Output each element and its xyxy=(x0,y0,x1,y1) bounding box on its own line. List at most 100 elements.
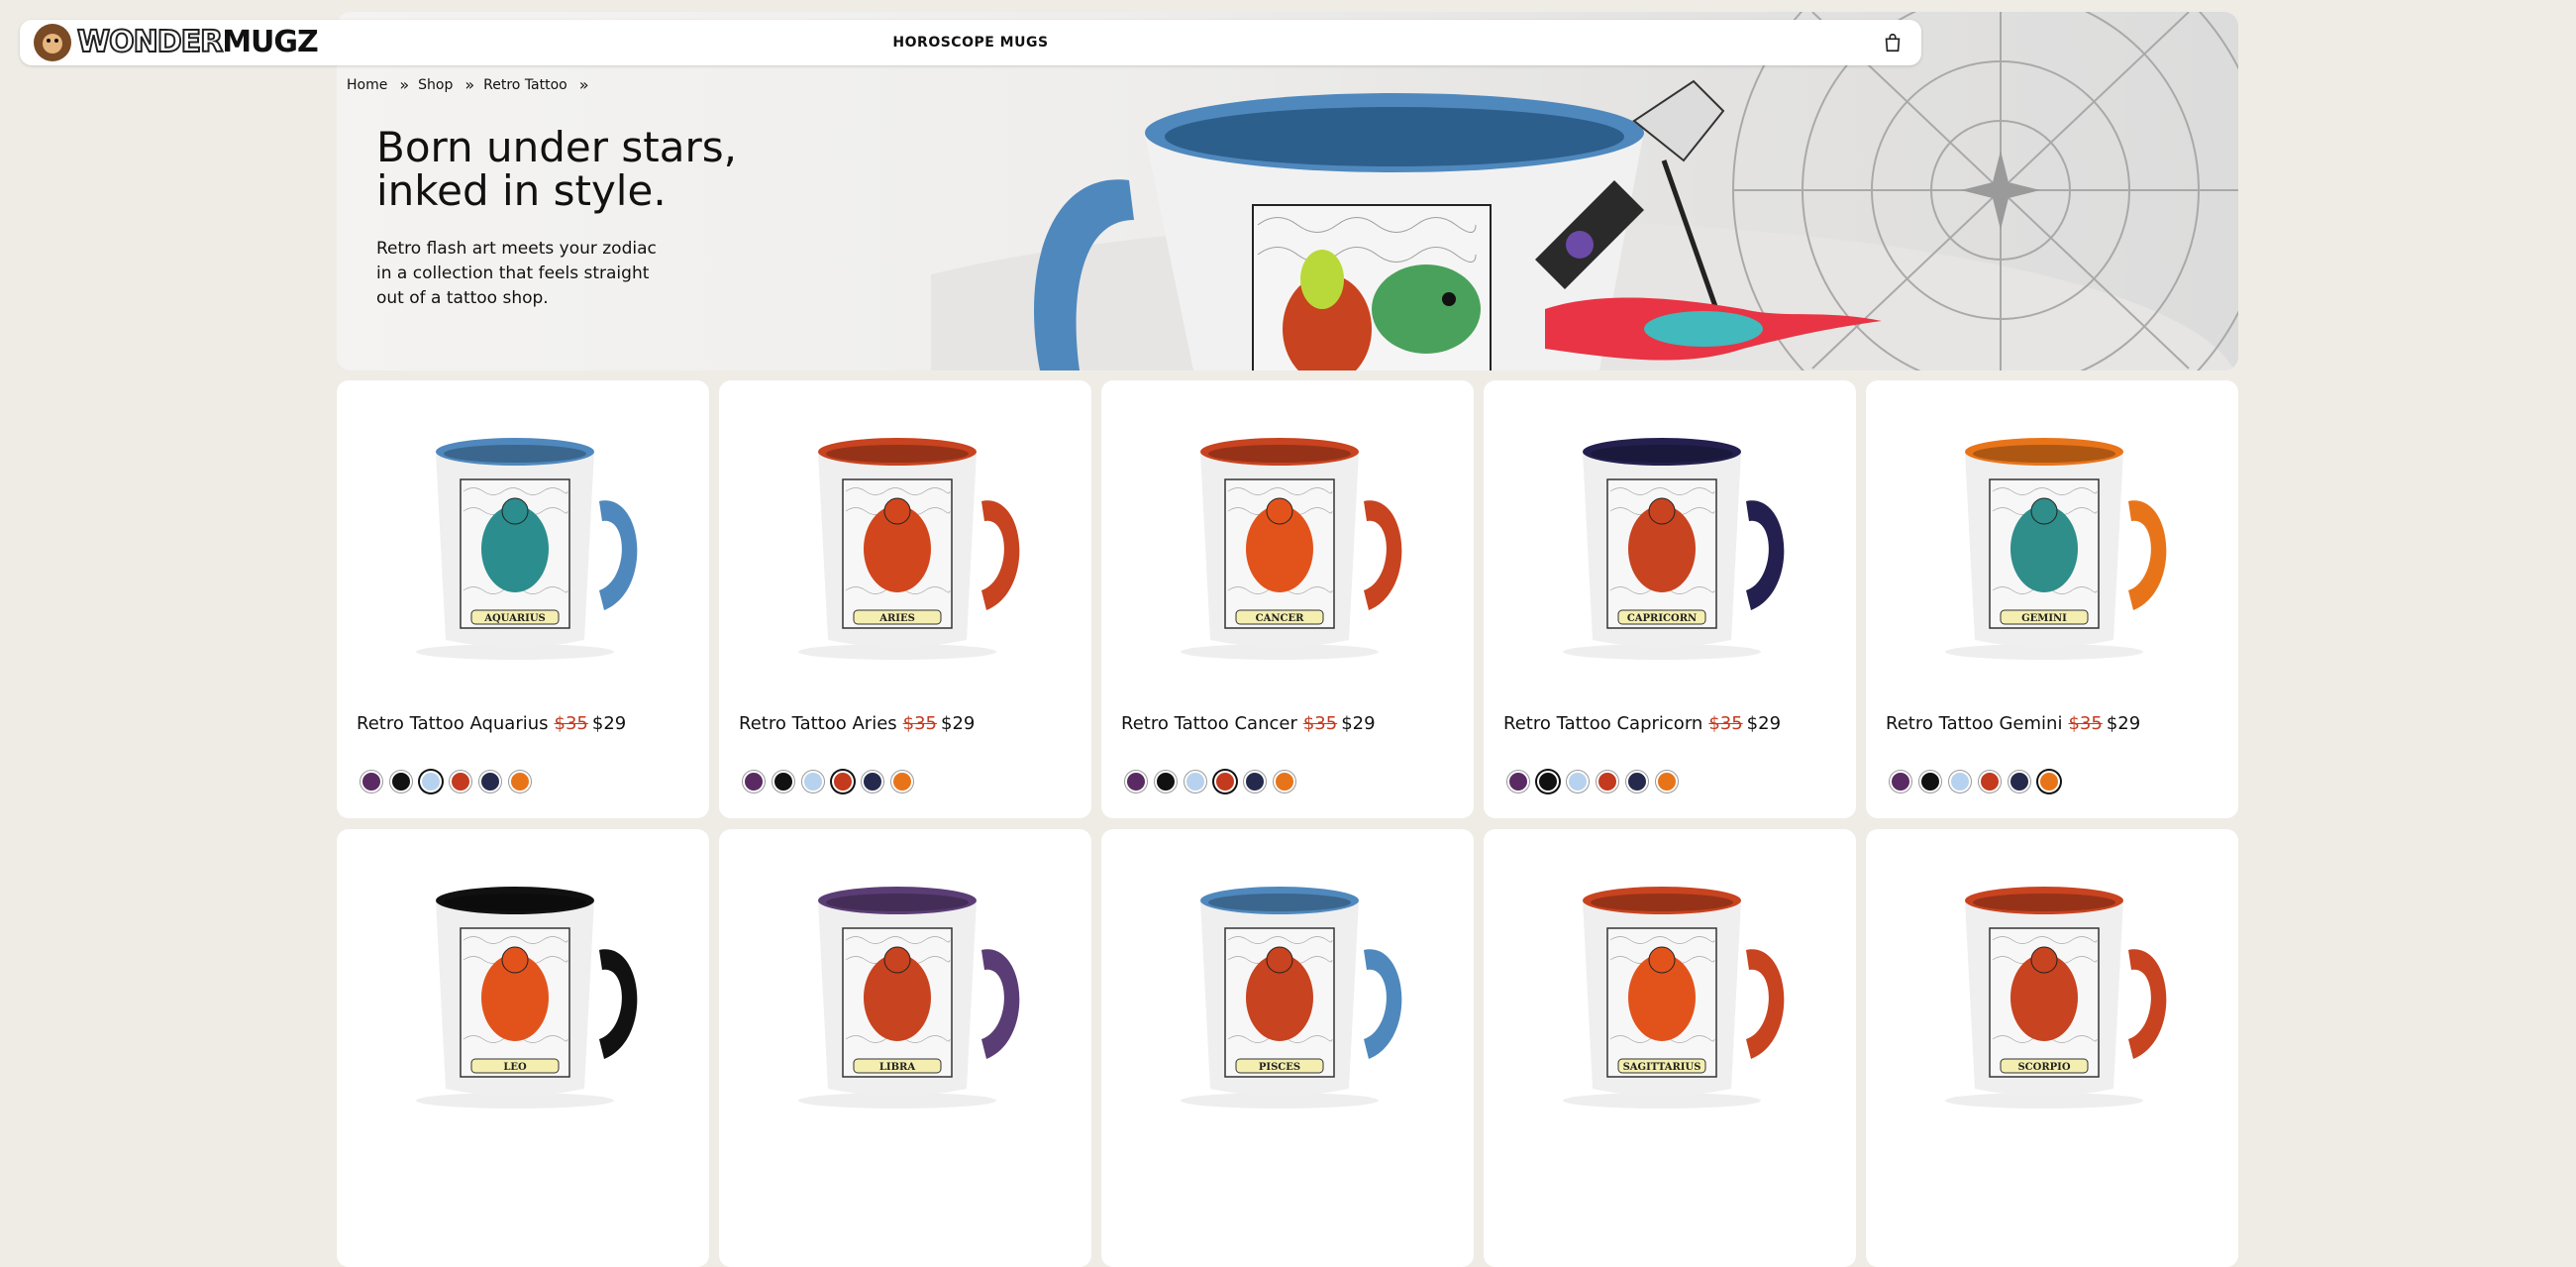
color-swatches xyxy=(1507,771,1678,792)
color-swatch[interactable] xyxy=(1919,771,1941,792)
product-name[interactable]: Retro Tattoo Gemini xyxy=(1886,713,2062,734)
product-name[interactable]: Retro Tattoo Capricorn xyxy=(1503,713,1702,734)
sale-price: $29 xyxy=(941,713,976,734)
breadcrumb-retro-tattoo[interactable]: Retro Tattoo xyxy=(483,77,567,93)
original-price: $35 xyxy=(2068,713,2103,734)
mug-product-image[interactable]: CAPRICORN xyxy=(1553,432,1791,660)
color-swatch[interactable] xyxy=(1155,771,1177,792)
mug-product-image[interactable]: GEMINI xyxy=(1935,432,2173,660)
color-swatch[interactable] xyxy=(1214,771,1236,792)
product-title[interactable]: Retro Tattoo Aquarius $35 $29 xyxy=(357,713,626,734)
mug-zodiac-label: CANCER xyxy=(1256,613,1304,624)
original-price: $35 xyxy=(902,713,938,734)
mug-zodiac-label: AQUARIUS xyxy=(483,613,546,624)
breadcrumb-home[interactable]: Home xyxy=(347,77,387,93)
product-card[interactable]: CANCER Retro Tattoo Cancer $35 $29 xyxy=(1101,380,1474,818)
hero-heading-line-1: Born under stars, xyxy=(376,123,737,171)
chevron-double-right-icon: » xyxy=(464,75,474,94)
sale-price: $29 xyxy=(591,713,627,734)
color-swatch[interactable] xyxy=(450,771,471,792)
hero-heading: Born under stars, inked in style. xyxy=(376,126,792,213)
mug-product-image[interactable]: LIBRA xyxy=(788,881,1026,1109)
hero-banner: Home » Shop » Retro Tattoo » Born under … xyxy=(337,12,2238,370)
hero-mug-illustration xyxy=(931,12,2238,370)
hero-heading-line-2: inked in style. xyxy=(376,166,667,215)
color-swatch[interactable] xyxy=(1567,771,1589,792)
product-title[interactable]: Retro Tattoo Capricorn $35 $29 xyxy=(1503,713,1781,734)
color-swatch[interactable] xyxy=(1125,771,1147,792)
color-swatch[interactable] xyxy=(1507,771,1529,792)
breadcrumb: Home » Shop » Retro Tattoo » xyxy=(347,75,589,94)
color-swatches xyxy=(1890,771,2060,792)
color-swatch[interactable] xyxy=(1244,771,1266,792)
color-swatch[interactable] xyxy=(743,771,765,792)
color-swatch[interactable] xyxy=(832,771,854,792)
page-title: HOROSCOPE MUGS xyxy=(892,35,1049,51)
color-swatch[interactable] xyxy=(862,771,883,792)
product-card[interactable]: SCORPIO xyxy=(1866,829,2238,1267)
color-swatch[interactable] xyxy=(420,771,442,792)
product-card[interactable]: LIBRA xyxy=(719,829,1091,1267)
color-swatch[interactable] xyxy=(1656,771,1678,792)
color-swatch[interactable] xyxy=(802,771,824,792)
product-name[interactable]: Retro Tattoo Aries xyxy=(739,713,897,734)
color-swatch[interactable] xyxy=(2009,771,2030,792)
mug-zodiac-label: GEMINI xyxy=(2021,613,2067,624)
color-swatches xyxy=(361,771,531,792)
color-swatch[interactable] xyxy=(773,771,794,792)
mug-zodiac-label: LEO xyxy=(503,1062,527,1073)
mug-product-image[interactable]: CANCER xyxy=(1171,432,1408,660)
color-swatch[interactable] xyxy=(1537,771,1559,792)
color-swatch[interactable] xyxy=(1626,771,1648,792)
product-title[interactable]: Retro Tattoo Aries $35 $29 xyxy=(739,713,975,734)
chevron-double-right-icon: » xyxy=(578,75,589,94)
color-swatches xyxy=(1125,771,1295,792)
color-swatch[interactable] xyxy=(1890,771,1911,792)
mug-product-image[interactable]: ARIES xyxy=(788,432,1026,660)
sale-price: $29 xyxy=(2106,713,2141,734)
product-card[interactable]: SAGITTARIUS xyxy=(1484,829,1856,1267)
original-price: $35 xyxy=(1302,713,1338,734)
mug-zodiac-label: LIBRA xyxy=(879,1062,915,1073)
mug-product-image[interactable]: SCORPIO xyxy=(1935,881,2173,1109)
color-swatch[interactable] xyxy=(361,771,382,792)
mug-product-image[interactable]: AQUARIUS xyxy=(406,432,644,660)
original-price: $35 xyxy=(554,713,588,734)
shopping-bag-icon[interactable] xyxy=(1882,32,1904,53)
color-swatch[interactable] xyxy=(2038,771,2060,792)
color-swatches xyxy=(743,771,913,792)
mug-zodiac-label: SAGITTARIUS xyxy=(1623,1062,1701,1073)
sale-price: $29 xyxy=(1341,713,1376,734)
sale-price: $29 xyxy=(1746,713,1782,734)
product-title[interactable]: Retro Tattoo Cancer $35 $29 xyxy=(1121,713,1376,734)
product-card[interactable]: AQUARIUS Retro Tattoo Aquarius $35 $29 xyxy=(337,380,709,818)
mug-product-image[interactable]: LEO xyxy=(406,881,644,1109)
mug-product-image[interactable]: PISCES xyxy=(1171,881,1408,1109)
mug-product-image[interactable]: SAGITTARIUS xyxy=(1553,881,1791,1109)
product-card[interactable]: LEO xyxy=(337,829,709,1267)
product-card[interactable]: GEMINI Retro Tattoo Gemini $35 $29 xyxy=(1866,380,2238,818)
breadcrumb-shop[interactable]: Shop xyxy=(418,77,453,93)
product-card[interactable]: CAPRICORN Retro Tattoo Capricorn $35 $29 xyxy=(1484,380,1856,818)
top-nav-bar: WONDERMUGZ HOROSCOPE MUGS xyxy=(20,20,1921,65)
mug-zodiac-label: CAPRICORN xyxy=(1627,613,1697,624)
color-swatch[interactable] xyxy=(509,771,531,792)
product-name[interactable]: Retro Tattoo Aquarius xyxy=(357,713,549,734)
product-name[interactable]: Retro Tattoo Cancer xyxy=(1121,713,1297,734)
color-swatch[interactable] xyxy=(479,771,501,792)
color-swatch[interactable] xyxy=(1274,771,1295,792)
product-card[interactable]: ARIES Retro Tattoo Aries $35 $29 xyxy=(719,380,1091,818)
mug-zodiac-label: ARIES xyxy=(878,613,915,624)
mug-zodiac-label: SCORPIO xyxy=(2017,1062,2070,1073)
color-swatch[interactable] xyxy=(390,771,412,792)
color-swatch[interactable] xyxy=(891,771,913,792)
original-price: $35 xyxy=(1708,713,1743,734)
color-swatch[interactable] xyxy=(1979,771,2001,792)
product-card[interactable]: PISCES xyxy=(1101,829,1474,1267)
hero-description: Retro flash art meets your zodiac in a c… xyxy=(376,239,657,308)
product-title[interactable]: Retro Tattoo Gemini $35 $29 xyxy=(1886,713,2140,734)
color-swatch[interactable] xyxy=(1597,771,1618,792)
color-swatch[interactable] xyxy=(1185,771,1206,792)
chevron-double-right-icon: » xyxy=(399,75,409,94)
color-swatch[interactable] xyxy=(1949,771,1971,792)
